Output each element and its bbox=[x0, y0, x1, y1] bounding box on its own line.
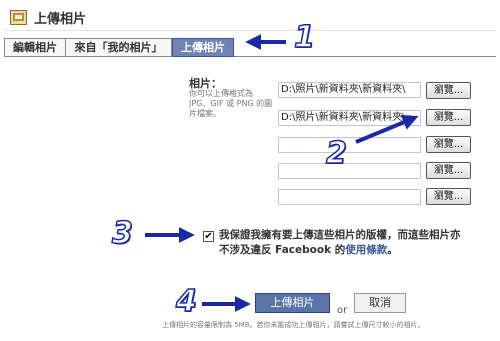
or-text: or bbox=[337, 305, 348, 316]
footer-note: 上傳相片的容量限制為 5MB。若你未能成功上傳相片，請嘗試上傳尺寸較小的相片。 bbox=[162, 321, 425, 329]
certify-checkbox[interactable]: ✔ bbox=[203, 231, 214, 242]
page-title: 上傳相片 bbox=[34, 12, 87, 27]
file-input-1[interactable]: D:\照片\新資料夾\新資料夾\ bbox=[278, 82, 421, 98]
tab-upload-photos[interactable]: 上傳相片 bbox=[172, 38, 234, 57]
upload-photos-button[interactable]: 上傳相片 bbox=[255, 293, 330, 313]
browse-button-1[interactable]: 瀏覽... bbox=[426, 82, 471, 99]
tab-from-my-photos[interactable]: 來自「我的相片」 bbox=[66, 38, 172, 56]
browse-button-4[interactable]: 瀏覽... bbox=[426, 162, 471, 179]
browse-button-5[interactable]: 瀏覽... bbox=[426, 188, 471, 205]
header-divider bbox=[4, 30, 496, 31]
photo-album-icon bbox=[10, 10, 27, 25]
certify-text-main: 我保證我擁有要上傳這些相片的版權，而這些相片亦不涉及違反 Facebook 的 bbox=[219, 229, 461, 256]
file-input-4[interactable] bbox=[278, 163, 421, 179]
cancel-button[interactable]: 取消 bbox=[354, 293, 406, 313]
browse-button-2[interactable]: 瀏覽... bbox=[426, 109, 471, 126]
browse-button-3[interactable]: 瀏覽... bbox=[426, 136, 471, 153]
file-input-5[interactable] bbox=[278, 189, 421, 205]
help-text: 你可以上傳格式為 JPG、GIF 或 PNG 的圖片檔案。 bbox=[189, 89, 273, 118]
terms-link[interactable]: 使用條款 bbox=[345, 244, 387, 256]
certify-text: 我保證我擁有要上傳這些相片的版權，而這些相片亦不涉及違反 Facebook 的使… bbox=[219, 228, 469, 258]
file-input-2[interactable]: D:\照片\新資料夾\新資料夾\ bbox=[278, 110, 421, 126]
step-number-4: 4 bbox=[175, 283, 197, 320]
step-number-2: 2 bbox=[325, 135, 347, 172]
tab-edit-photos[interactable]: 編輯相片 bbox=[4, 38, 66, 56]
step-number-3: 3 bbox=[111, 215, 133, 252]
certify-text-end: 。 bbox=[387, 244, 398, 256]
file-input-3[interactable] bbox=[278, 137, 421, 153]
step-number-1: 1 bbox=[293, 19, 315, 56]
